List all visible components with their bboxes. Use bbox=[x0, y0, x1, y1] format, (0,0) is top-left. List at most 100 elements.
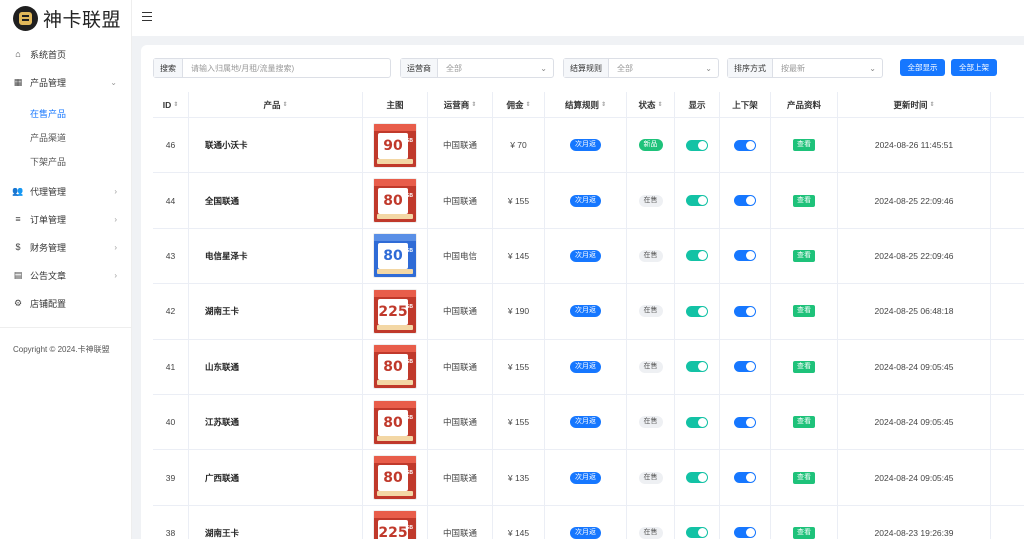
article-icon: ▤ bbox=[13, 269, 23, 280]
sidebar-subitem-channels[interactable]: 产品渠道 bbox=[0, 125, 131, 149]
product-thumbnail[interactable]: 80 GB bbox=[373, 455, 417, 501]
settle-select[interactable]: 全部 ⌄ bbox=[609, 59, 718, 77]
settle-badge: 次月返 bbox=[570, 471, 601, 484]
view-info-button[interactable]: 查看 bbox=[793, 471, 815, 484]
copyright-text: Copyright © 2024.卡神联盟 bbox=[13, 345, 110, 354]
cell-image: 225 GB bbox=[363, 284, 428, 339]
sidebar-item-shop-config[interactable]: ⚙ 店铺配置 bbox=[0, 289, 131, 317]
header-id[interactable]: ID ⇕ bbox=[153, 92, 189, 117]
thumbnail-number: 225 bbox=[378, 520, 408, 539]
listing-toggle[interactable] bbox=[734, 472, 756, 484]
product-thumbnail[interactable]: 225 GB bbox=[373, 288, 417, 334]
view-info-button[interactable]: 查看 bbox=[793, 139, 815, 152]
cell-settle: 次月返 bbox=[545, 505, 627, 539]
sidebar-subitem-delisted[interactable]: 下架产品 bbox=[0, 149, 131, 173]
thumbnail-number: 90 bbox=[378, 132, 408, 159]
header-commission[interactable]: 佣金 ⇕ bbox=[493, 92, 545, 117]
chevron-down-icon: ⌄ bbox=[110, 77, 117, 87]
sidebar-item-agents[interactable]: 👥 代理管理 › bbox=[0, 177, 131, 205]
view-info-button[interactable]: 查看 bbox=[793, 249, 815, 262]
settle-filter: 结算规则 全部 ⌄ bbox=[563, 58, 719, 78]
display-toggle[interactable] bbox=[686, 527, 708, 539]
table-row: 38 湖南王卡 225 GB 中国联通 ¥ 145 次月返 在售 查看 2024-08-23 19… bbox=[153, 505, 1024, 539]
thumbnail-number: 80 bbox=[378, 409, 408, 436]
header-label: ID bbox=[162, 99, 172, 110]
listing-toggle[interactable] bbox=[734, 527, 756, 539]
header-product[interactable]: 产品 ⇕ bbox=[189, 92, 363, 117]
view-info-button[interactable]: 查看 bbox=[793, 360, 815, 373]
search-input[interactable]: 请输入归属地/月租/流量搜索) bbox=[183, 59, 390, 77]
sort-select[interactable]: 按最新 ⌄ bbox=[773, 59, 882, 77]
view-info-button[interactable]: 查看 bbox=[793, 194, 815, 207]
product-thumbnail[interactable]: 80 GB bbox=[373, 399, 417, 445]
grid-icon: ▦ bbox=[13, 76, 23, 87]
listing-toggle[interactable] bbox=[734, 305, 756, 317]
sidebar-item-orders[interactable]: ≡ 订单管理 › bbox=[0, 205, 131, 233]
search-filter: 搜索 请输入归属地/月租/流量搜索) bbox=[153, 58, 391, 78]
cell-status: 新品 bbox=[627, 118, 675, 173]
cell-display bbox=[675, 173, 720, 228]
status-badge: 在售 bbox=[638, 416, 663, 429]
cell-image: 225 GB bbox=[363, 505, 428, 539]
header-operator[interactable]: 运营商 ⇕ bbox=[428, 92, 493, 117]
cell-commission: ¥ 135 bbox=[493, 450, 545, 505]
cell-image: 90 GB bbox=[363, 118, 428, 173]
cell-updated: 2024-08-23 19:26:39 bbox=[838, 505, 991, 539]
settle-badge: 次月返 bbox=[570, 139, 601, 152]
sort-icon: ⇕ bbox=[929, 102, 935, 108]
display-toggle[interactable] bbox=[686, 139, 708, 151]
header-updated[interactable]: 更新时间 ⇕ bbox=[838, 92, 991, 117]
display-toggle[interactable] bbox=[686, 250, 708, 262]
sort-icon: ⇕ bbox=[173, 102, 179, 108]
display-toggle[interactable] bbox=[686, 305, 708, 317]
brand-logo[interactable]: 神卡联盟 bbox=[0, 0, 131, 36]
cell-listing bbox=[720, 284, 771, 339]
operator-value: 全部 bbox=[446, 63, 462, 73]
display-toggle[interactable] bbox=[686, 195, 708, 207]
cell-image: 80 GB bbox=[363, 450, 428, 505]
sidebar-item-products[interactable]: ▦ 产品管理 ⌄ bbox=[0, 68, 131, 96]
header-status[interactable]: 状态 ⇕ bbox=[627, 92, 675, 117]
cell-updated: 2024-08-25 22:09:46 bbox=[838, 228, 991, 284]
display-toggle[interactable] bbox=[686, 361, 708, 373]
sidebar-item-finance[interactable]: $ 财务管理 › bbox=[0, 233, 131, 261]
cell-commission: ¥ 155 bbox=[493, 339, 545, 394]
product-thumbnail[interactable]: 80 GB bbox=[373, 233, 417, 279]
product-thumbnail[interactable]: 90 GB bbox=[373, 122, 417, 168]
table-row: 41 山东联通 80 GB 中国联通 ¥ 155 次月返 在售 查看 2024-08-24 09:… bbox=[153, 339, 1024, 395]
header-label: 主图 bbox=[386, 99, 404, 110]
menu-toggle-icon[interactable] bbox=[142, 12, 152, 21]
product-thumbnail[interactable]: 80 GB bbox=[373, 178, 417, 224]
product-thumbnail[interactable]: 80 GB bbox=[373, 344, 417, 390]
sidebar-item-articles[interactable]: ▤ 公告文章 › bbox=[0, 261, 131, 289]
listing-toggle[interactable] bbox=[734, 250, 756, 262]
sidebar-subitem-on-sale[interactable]: 在售产品 bbox=[0, 101, 131, 125]
chevron-right-icon: › bbox=[114, 186, 117, 196]
cell-image: 80 GB bbox=[363, 394, 428, 450]
cell-display bbox=[675, 118, 720, 173]
cell-updated: 2024-08-24 09:05:45 bbox=[838, 394, 991, 450]
listing-toggle[interactable] bbox=[734, 361, 756, 373]
cell-status: 在售 bbox=[627, 173, 675, 228]
display-toggle[interactable] bbox=[686, 472, 708, 484]
list-all-button[interactable]: 全部上架 bbox=[951, 59, 997, 76]
listing-toggle[interactable] bbox=[734, 416, 756, 428]
display-toggle[interactable] bbox=[686, 416, 708, 428]
view-info-button[interactable]: 查看 bbox=[793, 416, 815, 429]
view-info-button[interactable]: 查看 bbox=[793, 526, 815, 539]
status-badge: 在售 bbox=[638, 249, 663, 262]
cell-info: 查看 bbox=[771, 228, 838, 284]
chevron-right-icon: › bbox=[114, 270, 117, 280]
show-all-button[interactable]: 全部显示 bbox=[900, 59, 945, 76]
cell-id: 38 bbox=[153, 505, 189, 539]
product-thumbnail[interactable]: 225 GB bbox=[373, 510, 417, 539]
sidebar-item-home[interactable]: ⌂ 系统首页 bbox=[0, 40, 131, 68]
operator-select[interactable]: 全部 ⌄ bbox=[438, 59, 553, 77]
listing-toggle[interactable] bbox=[734, 139, 756, 151]
sort-icon: ⇕ bbox=[471, 102, 477, 108]
cell-actions bbox=[991, 284, 1024, 338]
header-settle[interactable]: 结算规则 ⇕ bbox=[545, 92, 627, 117]
listing-toggle[interactable] bbox=[734, 195, 756, 207]
cell-product-name: 江苏联通 bbox=[189, 394, 363, 450]
view-info-button[interactable]: 查看 bbox=[793, 305, 815, 318]
